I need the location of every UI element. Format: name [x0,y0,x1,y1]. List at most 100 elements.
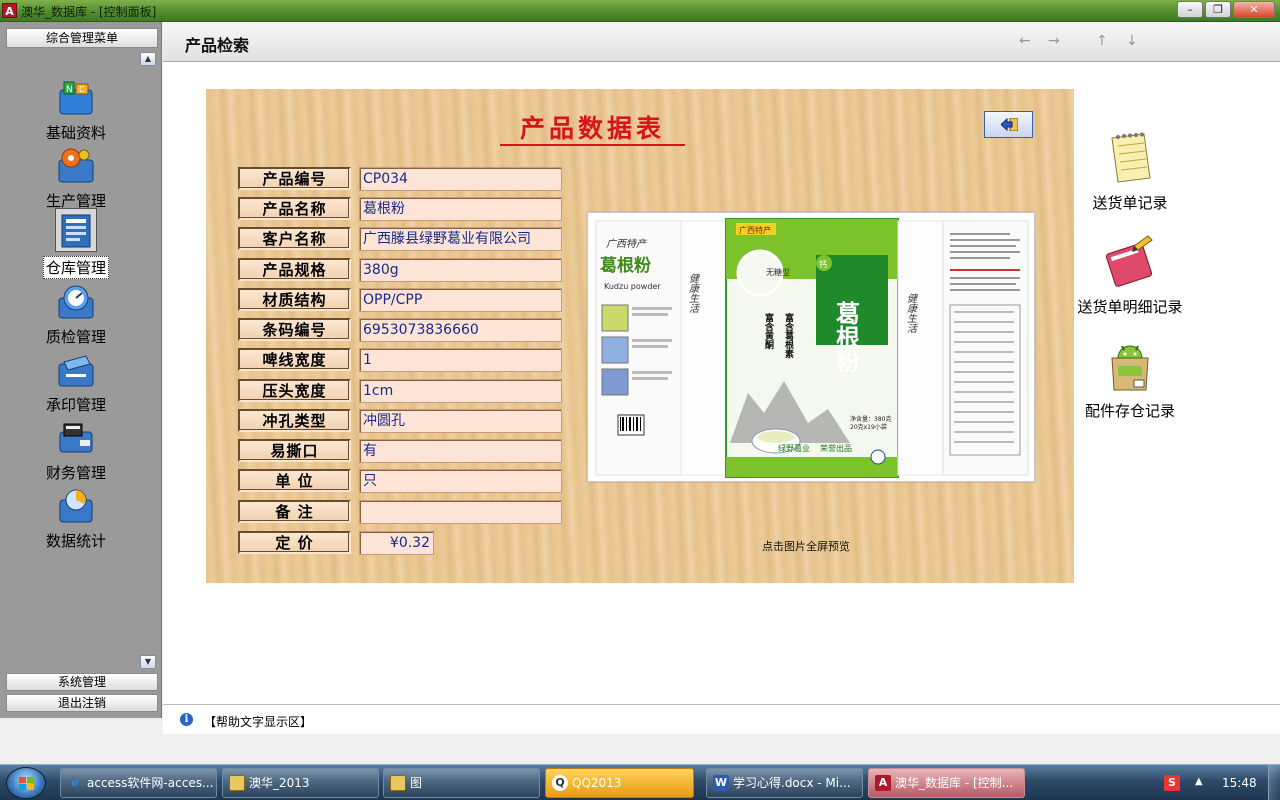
sidebar-item-basic-data[interactable]: N C 基础资料 [24,78,128,143]
access-app-icon: A [2,3,17,18]
sidebar-item-label: 数据统计 [45,532,106,550]
clock[interactable]: 15:48 [1222,776,1257,790]
sidebar-item-warehouse[interactable]: 仓库管理 [24,208,128,279]
pkg-maker: 绿野葛业 [778,443,810,453]
field-label-product-name: 产品名称 [238,197,351,220]
field-price[interactable]: ¥0.32 [359,531,434,555]
parts-storage-records-link[interactable]: 配件存仓记录 [1070,338,1190,421]
access-icon: A [875,775,891,791]
sidebar-header[interactable]: 综合管理菜单 [6,28,158,48]
delivery-note-records-link[interactable]: 送货单记录 [1070,130,1190,213]
sidebar-item-label: 基础资料 [45,124,106,142]
field-label-customer-name: 客户名称 [238,227,351,250]
notepad-icon [1104,130,1156,186]
field-crease-width[interactable]: 1 [359,348,562,372]
pkg-english-name: Kudzu powder [604,282,661,291]
nav-down-arrow-icon[interactable]: ↓ [1126,33,1138,49]
pkg-net-weight: 净含量：380克 [850,415,891,423]
taskbar-item-label: 图 [410,776,423,790]
field-product-code[interactable]: CP034 [359,167,562,191]
pkg-claim-1: 富含黄酮 [763,312,775,350]
sidebar-scroll-down-button[interactable]: ▼ [140,655,156,669]
sidebar-item-production[interactable]: 生产管理 [24,146,128,211]
taskbar-item-folder-aohua[interactable]: 澳华_2013 [222,768,379,798]
ie-icon: e [71,776,79,789]
taskbar-item-access[interactable]: A 澳华_数据库 - [控制... [868,768,1025,798]
taskbar-item-folder-images[interactable]: 图 [383,768,540,798]
sidebar-item-quality[interactable]: 质检管理 [24,282,128,347]
product-package-image[interactable]: 广西特产 葛根粉 Kudzu powder 健康生活 广西特产 无糖型 钙 葛根… [587,212,1035,482]
field-unit[interactable]: 只 [359,469,562,493]
sidebar-item-finance[interactable]: 财务管理 [24,418,128,483]
field-customer-name[interactable]: 广西滕县绿野葛业有限公司 [359,227,562,251]
tray-expand-icon[interactable]: ▲ [1195,776,1203,787]
quick-link-label: 配件存仓记录 [1084,402,1175,420]
show-desktop-button[interactable] [1268,765,1280,800]
field-label-tear-notch: 易撕口 [238,439,351,462]
field-barcode[interactable]: 6953073836660 [359,318,562,342]
field-punch-type[interactable]: 冲圆孔 [359,409,562,433]
taskbar-item-browser[interactable]: e access软件网-acces... [60,768,217,798]
edit-pencil-icon [1104,234,1156,290]
nav-up-arrow-icon[interactable]: ↑ [1096,33,1108,49]
help-text: 【帮助文字显示区】 [204,715,313,729]
sidebar-item-label: 仓库管理 [42,256,109,279]
field-label-barcode: 条码编号 [238,318,351,341]
folder-icon [390,775,406,791]
field-label-price: 定 价 [238,531,351,554]
close-icon: ✕ [1249,3,1259,16]
pkg-product-name: 葛根粉 [599,255,651,276]
exit-arrow-icon [1001,118,1018,131]
restore-button[interactable]: ❐ [1205,1,1231,18]
restore-icon: ❐ [1213,3,1223,16]
close-button[interactable]: ✕ [1233,1,1275,18]
pkg-maker-tag: 荣誉出品 [820,443,852,453]
field-tear-notch[interactable]: 有 [359,439,562,463]
field-press-width[interactable]: 1cm [359,379,562,403]
svg-text:N: N [66,85,73,95]
sidebar-item-statistics[interactable]: 数据统计 [24,486,128,551]
taskbar-item-qq[interactable]: Q QQ2013 [545,768,694,798]
taskbar-item-label: access软件网-acces... [87,776,214,790]
field-label-punch-type: 冲孔类型 [238,409,351,432]
nav-left-arrow-icon[interactable]: ← [1019,33,1031,49]
word-icon: W [713,775,729,791]
sidebar: 综合管理菜单 ▲ N C 基础资料 生产管理 仓库管理 质检管理 承印管理 财务… [0,22,162,718]
scroll-down-icon: ▼ [144,657,152,666]
field-spec[interactable]: 380g [359,258,562,282]
status-strip [0,734,1280,764]
windows-logo-icon [19,777,34,790]
field-label-unit: 单 位 [238,469,351,492]
start-button[interactable] [6,767,46,799]
minimize-button[interactable]: – [1177,1,1203,18]
taskbar-item-label: QQ2013 [572,776,622,790]
taskbar-item-label: 澳华_2013 [249,776,310,790]
pkg-side-script-right: 健康生活 [905,293,917,333]
logout-button[interactable]: 退出注销 [6,694,158,712]
taskbar-item-label: 学习心得.docx - Mi... [733,776,851,790]
sidebar-scroll-up-button[interactable]: ▲ [140,52,156,66]
warehouse-document-icon [55,208,97,252]
close-form-button[interactable] [984,111,1033,138]
sidebar-item-label: 承印管理 [45,396,106,414]
sogou-input-icon[interactable]: S [1164,775,1180,791]
svg-text:C: C [79,85,85,94]
field-remarks[interactable] [359,500,562,524]
system-management-button[interactable]: 系统管理 [6,673,158,691]
form-title: 产品数据表 [500,114,685,146]
quality-gauge-icon [56,282,96,322]
statistics-chart-icon [56,486,96,526]
nav-right-arrow-icon[interactable]: → [1048,33,1060,49]
abc-blocks-icon: N C [56,78,96,118]
quick-link-label: 送货单记录 [1092,194,1168,212]
pkg-big-name: 葛根粉 [832,301,861,373]
taskbar-item-word[interactable]: W 学习心得.docx - Mi... [706,768,863,798]
field-material[interactable]: OPP/CPP [359,288,562,312]
page-title: 产品检索 [185,36,250,55]
info-icon: i [180,713,193,726]
field-product-name[interactable]: 葛根粉 [359,197,562,221]
delivery-detail-records-link[interactable]: 送货单明细记录 [1070,234,1190,317]
gear-production-icon [56,146,96,186]
sidebar-item-printing[interactable]: 承印管理 [24,350,128,415]
field-label-product-code: 产品编号 [238,167,351,190]
